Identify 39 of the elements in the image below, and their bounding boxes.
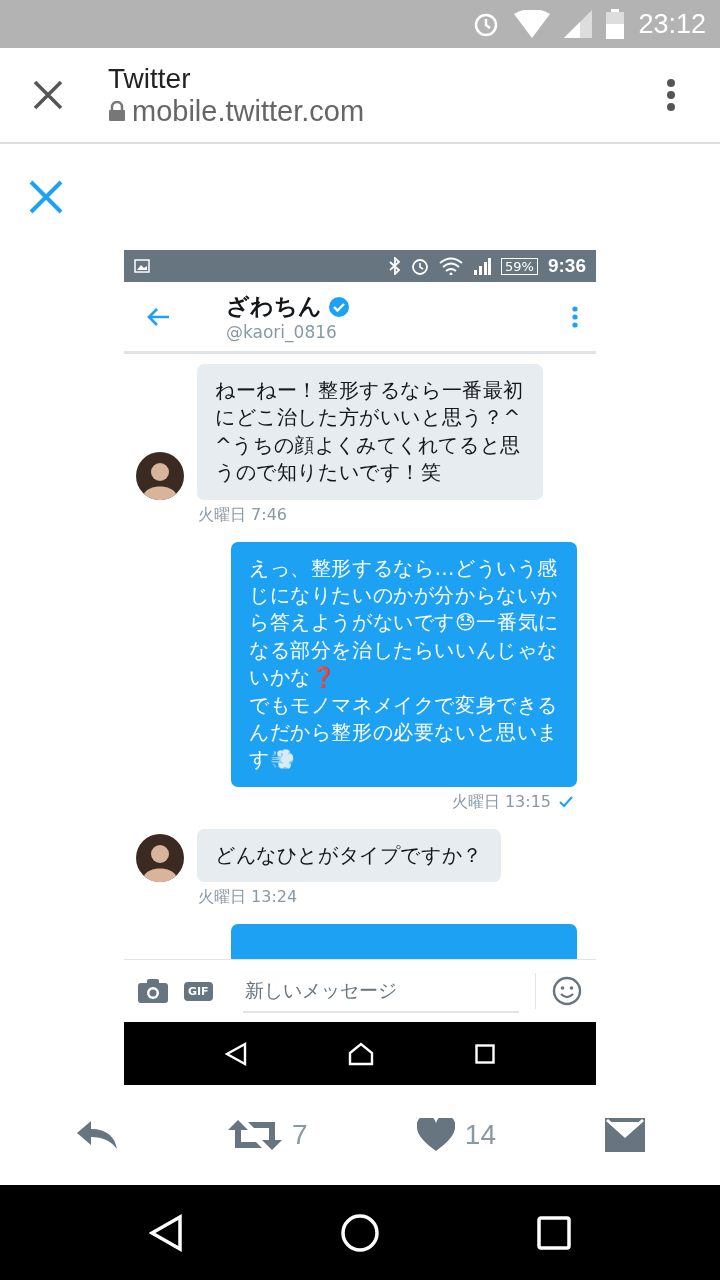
url-text: mobile.twitter.com [132, 94, 365, 128]
bluetooth-icon [389, 257, 402, 275]
contact-handle: @kaori_0816 [226, 322, 338, 342]
message-timestamp: 火曜日 13:24 [198, 887, 298, 909]
avatar[interactable] [136, 451, 184, 500]
gif-button[interactable]: GIF [184, 981, 213, 1001]
recents-button[interactable] [537, 1215, 572, 1250]
retweet-count: 7 [291, 1119, 308, 1151]
contact-name: ざわちん [226, 292, 322, 321]
signal-icon [564, 10, 593, 38]
image-icon [134, 259, 150, 273]
message-button[interactable] [605, 1118, 646, 1152]
battery-level: 59% [501, 257, 538, 275]
like-count: 14 [464, 1119, 496, 1151]
close-button[interactable] [32, 79, 64, 111]
emoji-button[interactable] [552, 976, 582, 1006]
camera-button[interactable] [138, 979, 168, 1003]
clock-time: 9:36 [547, 255, 586, 277]
signal-icon [473, 257, 492, 275]
message-bubble: ねーねー！整形するなら一番最初にどこ治した方がいいと思う？^^うちの顔よくみてくれてると思うので知りたいです！笑 [197, 364, 543, 500]
message-bubble: えっ、整形するなら…どういう感じになりたいのかが分からないから答えようがないです😓一番気になる部分を治したらいいんじゃないかな❓ でもモノマネメイクで変身できるんだから整形の必要ないと思います💨 [231, 541, 577, 787]
clock-time: 23:12 [638, 8, 706, 40]
battery-icon [606, 9, 625, 39]
alarm-icon [411, 257, 430, 275]
wifi-icon [439, 257, 464, 275]
page-title: Twitter [108, 62, 192, 95]
message-bubble: どんなひとがタイプですか？ [197, 828, 501, 883]
lock-icon [108, 101, 126, 121]
recents-button[interactable] [475, 1043, 496, 1064]
message-timestamp: 火曜日 7:46 [198, 504, 288, 526]
home-button[interactable] [348, 1041, 374, 1066]
message-timestamp: 火曜日 13:15 [451, 791, 551, 813]
wifi-icon [514, 10, 551, 38]
message-input[interactable]: 新しいメッセージ [242, 969, 519, 1013]
like-button[interactable] [416, 1118, 455, 1152]
avatar[interactable] [136, 834, 184, 883]
home-button[interactable] [340, 1212, 380, 1253]
retweet-button[interactable] [227, 1118, 282, 1152]
menu-button[interactable] [666, 78, 676, 112]
